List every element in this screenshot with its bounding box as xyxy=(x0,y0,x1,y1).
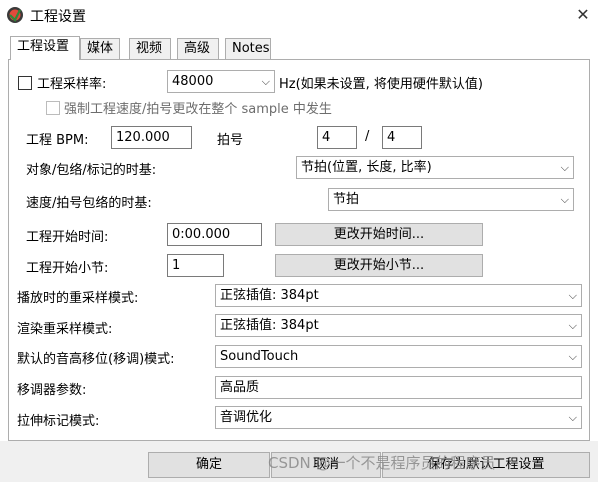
chevron-down-icon: ⌵ xyxy=(568,289,577,302)
playback-resample-select[interactable]: 正弦插值: 384pt ⌵ xyxy=(215,284,582,307)
title-bar xyxy=(0,0,598,30)
playback-resample-label: 播放时的重采样模式: xyxy=(17,291,139,306)
time-sig-separator: / xyxy=(365,129,370,144)
stretch-mode-value: 音调优化 xyxy=(220,410,273,425)
playback-resample-value: 正弦插值: 384pt xyxy=(220,288,319,303)
tab-notes[interactable]: Notes xyxy=(225,38,271,59)
sample-rate-checkbox[interactable] xyxy=(18,76,32,90)
stretch-mode-label: 拉伸标记模式: xyxy=(17,414,100,429)
force-tempo-label: 强制工程速度/拍号更改在整个 sample 中发生 xyxy=(64,102,332,117)
chevron-down-icon: ⌵ xyxy=(560,193,569,206)
change-start-measure-button[interactable]: 更改开始小节... xyxy=(275,254,483,277)
chevron-down-icon: ⌵ xyxy=(560,161,569,174)
tab-advanced[interactable]: 高级 xyxy=(177,38,219,59)
pitch-params-value: 高品质 xyxy=(220,380,260,395)
start-measure-label: 工程开始小节: xyxy=(26,261,109,276)
render-resample-label: 渲染重采样模式: xyxy=(17,322,113,337)
time-sig-numerator-input[interactable]: 4 xyxy=(317,126,357,149)
render-resample-select[interactable]: 正弦插值: 384pt ⌵ xyxy=(215,314,582,337)
render-resample-value: 正弦插值: 384pt xyxy=(220,318,319,333)
item-timebase-label: 对象/包络/标记的时基: xyxy=(26,163,157,178)
tempo-timebase-select[interactable]: 节拍 ⌵ xyxy=(328,188,574,211)
chevron-down-icon: ⌵ xyxy=(568,350,577,363)
window-title: 工程设置 xyxy=(30,9,86,25)
tempo-timebase-label: 速度/拍号包络的时基: xyxy=(26,196,152,211)
sample-rate-value: 48000 xyxy=(172,74,214,89)
bpm-label: 工程 BPM: xyxy=(26,133,89,148)
sample-rate-note: Hz(如果未设置, 将使用硬件默认值) xyxy=(279,77,484,92)
pitch-mode-value: SoundTouch xyxy=(220,349,299,364)
force-tempo-checkbox[interactable] xyxy=(46,101,60,115)
stretch-mode-select[interactable]: 音调优化 ⌵ xyxy=(215,406,582,429)
pitch-mode-select[interactable]: SoundTouch ⌵ xyxy=(215,345,582,368)
ok-button[interactable]: 确定 xyxy=(148,452,270,478)
tab-video[interactable]: 视频 xyxy=(129,38,171,59)
tab-project-settings[interactable]: 工程设置 xyxy=(10,36,80,60)
item-timebase-value: 节拍(位置, 长度, 比率) xyxy=(301,160,432,175)
reaper-logo-icon xyxy=(7,7,23,23)
change-start-time-button[interactable]: 更改开始时间... xyxy=(275,223,483,246)
sample-rate-select[interactable]: 48000 ⌵ xyxy=(167,70,275,93)
pitch-params-label: 移调器参数: xyxy=(17,383,87,398)
start-time-input[interactable]: 0:00.000 xyxy=(167,223,262,246)
chevron-down-icon: ⌵ xyxy=(261,75,270,88)
chevron-down-icon: ⌵ xyxy=(568,411,577,424)
pitch-params-field[interactable]: 高品质 xyxy=(215,376,582,399)
time-sig-denominator-input[interactable]: 4 xyxy=(382,126,422,149)
start-time-label: 工程开始时间: xyxy=(26,230,109,245)
tab-media[interactable]: 媒体 xyxy=(80,38,120,59)
pitch-mode-label: 默认的音高移位(移调)模式: xyxy=(17,352,175,367)
watermark-text: CSDN @一个不是程序员的程序员 xyxy=(268,454,496,472)
start-measure-input[interactable]: 1 xyxy=(167,254,224,277)
chevron-down-icon: ⌵ xyxy=(568,319,577,332)
close-icon[interactable]: ✕ xyxy=(570,2,596,26)
time-signature-label: 拍号 xyxy=(217,133,244,148)
item-timebase-select[interactable]: 节拍(位置, 长度, 比率) ⌵ xyxy=(296,156,574,179)
tempo-timebase-value: 节拍 xyxy=(333,192,360,207)
bpm-input[interactable]: 120.000 xyxy=(111,126,192,149)
sample-rate-label: 工程采样率: xyxy=(37,77,107,92)
